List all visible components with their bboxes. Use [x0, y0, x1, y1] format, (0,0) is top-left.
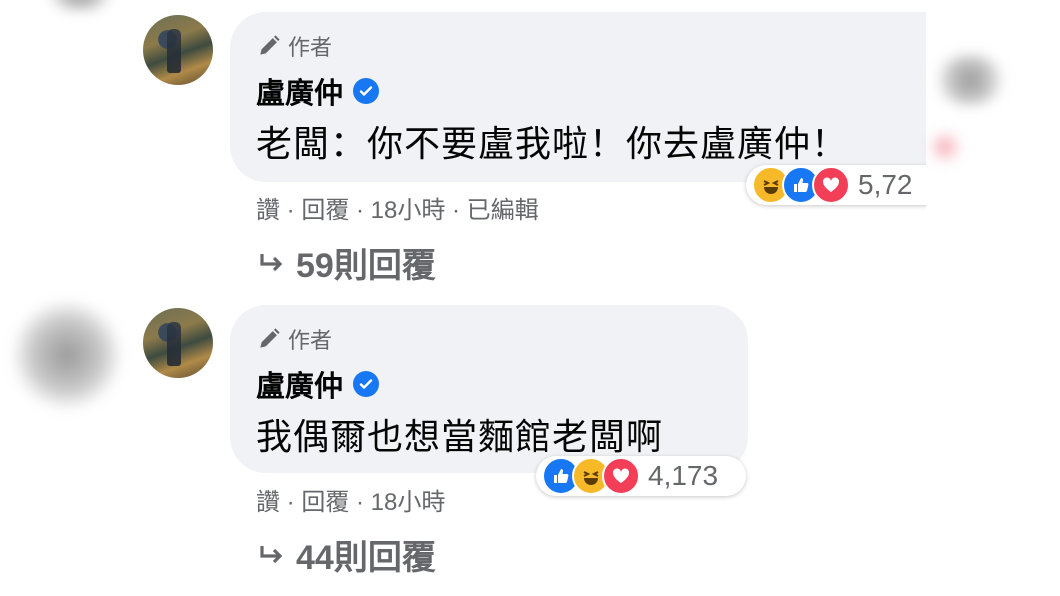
- reaction-summary[interactable]: 4,173: [536, 456, 746, 496]
- view-replies-link[interactable]: 44則回覆: [256, 530, 436, 579]
- reaction-count: 4,173: [648, 460, 719, 491]
- reaction-count: 5,72: [858, 169, 913, 200]
- commenter-name-row: 盧廣仲: [256, 363, 380, 405]
- comment-actions[interactable]: 讚 · 回覆 · 18小時 · 已編輯: [256, 190, 539, 225]
- blurred-reaction-right: [930, 55, 1010, 105]
- pencil-icon: [260, 328, 280, 348]
- crop-edge: [926, 0, 1060, 215]
- author-badge-label: 作者: [288, 35, 333, 60]
- author-badge-label: 作者: [288, 328, 333, 353]
- comment-text: 我偶爾也想當麵館老闆啊: [256, 416, 664, 457]
- pencil-icon: [260, 35, 280, 55]
- commenter-name[interactable]: 盧廣仲: [256, 363, 343, 405]
- author-badge: 作者: [256, 323, 332, 355]
- commenter-name[interactable]: 盧廣仲: [256, 70, 343, 112]
- commenter-name-row: 盧廣仲: [256, 70, 380, 112]
- author-avatar[interactable]: [143, 308, 213, 378]
- love-reaction-icon: [812, 166, 850, 204]
- author-badge: 作者: [256, 30, 332, 62]
- blurred-avatar-left: [12, 300, 122, 410]
- author-avatar[interactable]: [143, 15, 213, 85]
- view-replies-link[interactable]: 59則回覆: [256, 238, 436, 287]
- replies-count: 44則回覆: [296, 539, 436, 577]
- reply-arrow-icon: [260, 253, 283, 271]
- reply-arrow-icon: [260, 545, 283, 563]
- verified-badge-icon: [353, 371, 380, 397]
- blurred-avatar-top-left: [40, 0, 120, 10]
- comment-actions[interactable]: 讚 · 回覆 · 18小時: [256, 482, 445, 517]
- verified-badge-icon: [353, 78, 380, 104]
- love-reaction-icon: [602, 457, 640, 495]
- comment-text: 老闆：你不要盧我啦！你去盧廣仲！: [256, 123, 849, 164]
- replies-count: 59則回覆: [296, 247, 436, 285]
- blurred-heart-right: [928, 130, 962, 164]
